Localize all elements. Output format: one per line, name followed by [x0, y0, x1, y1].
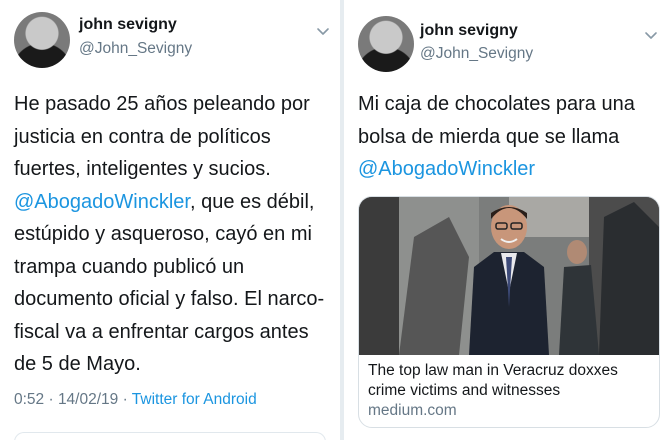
chevron-down-icon[interactable]	[314, 22, 332, 40]
author-handle[interactable]: @John_Sevigny	[79, 40, 192, 58]
source-link[interactable]: Twitter for Android	[132, 391, 257, 408]
card-photo	[359, 197, 659, 355]
link-preview-card[interactable]: The top law man in Veracruz doxxes crime…	[358, 196, 660, 428]
card-title[interactable]: The top law man in Veracruz doxxes crime…	[368, 361, 658, 400]
mention-link[interactable]: @AbogadoWinckler	[14, 191, 190, 213]
next-card-edge	[14, 432, 326, 440]
author-name[interactable]: john sevigny	[420, 22, 518, 40]
avatar[interactable]	[358, 16, 414, 72]
card-image[interactable]	[359, 197, 659, 355]
chevron-down-icon[interactable]	[642, 26, 660, 44]
tweet-text-part: , que es débil, estúpido y asqueroso, ca…	[14, 190, 325, 376]
author-name[interactable]: john sevigny	[79, 16, 177, 34]
author-handle[interactable]: @John_Sevigny	[420, 45, 533, 63]
tweet-text-part: Mi caja de chocolates para una bolsa de …	[358, 93, 635, 148]
timestamp[interactable]: 0:52 · 14/02/19 ·	[14, 391, 132, 408]
tweet-text: He pasado 25 años peleando por justicia …	[14, 88, 336, 381]
tweet-text-part: He pasado 25 años peleando por justicia …	[14, 93, 310, 180]
tweet-right: john sevigny @John_Sevigny Mi caja de ch…	[344, 0, 670, 440]
tweet-text: Mi caja de chocolates para una bolsa de …	[358, 88, 664, 186]
avatar[interactable]	[14, 12, 70, 68]
tweet-meta: 0:52 · 14/02/19 · Twitter for Android	[14, 391, 257, 409]
card-domain: medium.com	[368, 402, 457, 419]
tweet-left: john sevigny @John_Sevigny He pasado 25 …	[0, 0, 340, 440]
mention-link[interactable]: @AbogadoWinckler	[358, 158, 535, 180]
